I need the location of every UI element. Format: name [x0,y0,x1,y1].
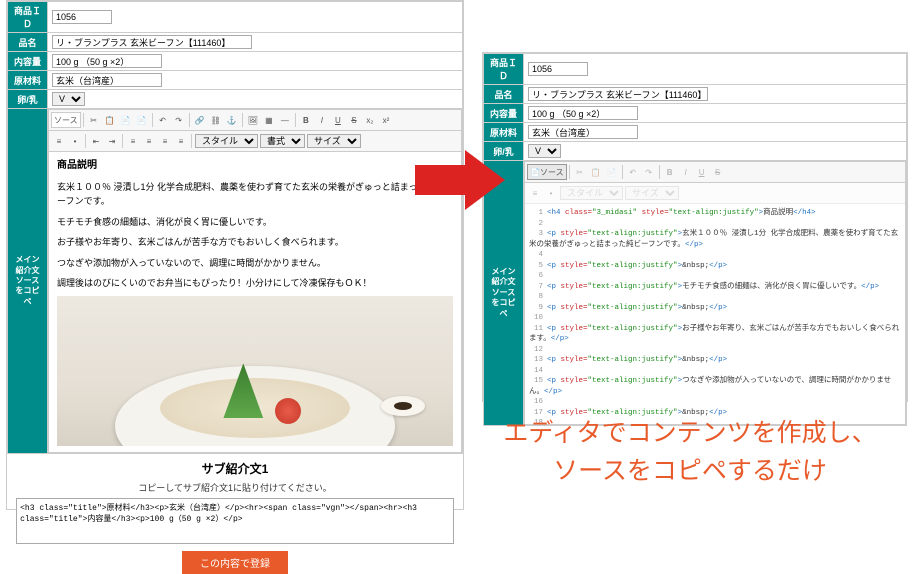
link-icon[interactable]: 🔗 [192,112,208,128]
align-center-icon[interactable]: ≡ [141,133,157,149]
product-form: 商品ＩＤ 品名 内容量 原材料 卵/乳 V メイン紹介文 ソースをコピペ ソース… [7,1,463,454]
caption: エディタでコンテンツを作成し、 ソースをコピペするだけ [470,415,910,490]
product-photo [57,296,453,446]
anchor-icon[interactable]: ⚓ [224,112,240,128]
sub-textarea[interactable]: <h3 class="title">原材料</h3><p>玄米（台湾産）</p>… [16,498,454,544]
copy-icon[interactable]: 📋 [102,112,118,128]
r-input-content[interactable] [528,106,638,120]
content-p5: 調理後はのびにくいのでお弁当にもぴったり！小分けにして冷凍保存もＯＫ！ [57,276,453,290]
r-copy-icon[interactable]: 📋 [588,164,604,180]
r-strike-icon: S [710,164,726,180]
sub-note: コピーしてサブ紹介文1に貼り付けてください。 [7,481,463,494]
select-style[interactable]: スタイル [195,134,258,148]
r-undo-icon[interactable]: ↶ [625,164,641,180]
sidebar-main-intro: メイン紹介文 ソースをコピペ [8,109,48,454]
content-heading: 商品説明 [57,158,453,174]
bold-icon[interactable]: B [298,112,314,128]
label-product-name: 品名 [8,33,48,52]
r-label-material: 原材料 [484,123,524,142]
content-p4: つなぎや添加物が入っていないので、調理に時間がかかりません。 [57,256,453,270]
select-size[interactable]: サイズ [307,134,361,148]
content-p2: モチモチ食感の細麺は、消化が良く胃に優しいです。 [57,215,453,229]
label-content: 内容量 [8,52,48,71]
paste-icon[interactable]: 📄 [118,112,134,128]
select-egg-milk[interactable]: V [52,92,85,106]
editor-panel-right: 商品ＩＤ 品名 内容量 原材料 卵/乳 V メイン紹介文 ソースをコピペ 📄 ソ… [482,52,908,402]
r-toolbar-2: ≡ • スタイル サイズ [525,183,905,204]
r-italic-icon: I [678,164,694,180]
paste-text-icon[interactable]: 📄 [134,112,150,128]
select-format[interactable]: 書式 [260,134,305,148]
input-content[interactable] [52,54,162,68]
r-label-content: 内容量 [484,104,524,123]
numlist-icon[interactable]: ≡ [51,133,67,149]
r-select-style: スタイル [560,186,623,200]
r-cut-icon[interactable]: ✂ [572,164,588,180]
redo-icon[interactable]: ↷ [171,112,187,128]
r-bold-icon: B [662,164,678,180]
bullist-icon[interactable]: • [67,133,83,149]
r-label-name: 品名 [484,85,524,104]
label-material: 原材料 [8,71,48,90]
r-underline-icon: U [694,164,710,180]
editor-panel-left: 商品ＩＤ 品名 内容量 原材料 卵/乳 V メイン紹介文 ソースをコピペ ソース… [6,0,464,510]
source-code-area[interactable]: 1<h4 class="3_midasi" style="text-align:… [525,204,905,424]
editor-toolbar-2: ≡ • ⇤ ⇥ ≡ ≡ ≡ ≡ スタイル 書式 サイズ [49,131,461,152]
strike-icon[interactable]: S [346,112,362,128]
sub-title: サブ紹介文1 [7,460,463,477]
align-justify-icon[interactable]: ≡ [173,133,189,149]
r-label-id: 商品ＩＤ [484,54,524,85]
r-toolbar: 📄 ソース ✂ 📋 📄 ↶ ↷ B I U S [525,162,905,183]
editor-content[interactable]: 商品説明 玄米１００％ 浸漬し1分 化学合成肥料、農薬を使わず育てた玄米の栄養が… [49,152,461,452]
r-input-material[interactable] [528,125,638,139]
superscript-icon[interactable]: x² [378,112,394,128]
r-input-id[interactable] [528,62,588,76]
r-select-eggmilk[interactable]: V [528,144,561,158]
caption-line-1: エディタでコンテンツを作成し、 [470,415,910,453]
align-left-icon[interactable]: ≡ [125,133,141,149]
undo-icon[interactable]: ↶ [155,112,171,128]
caption-line-2: ソースをコピペするだけ [470,453,910,491]
label-egg-milk: 卵/乳 [8,90,48,109]
cut-icon[interactable]: ✂ [86,112,102,128]
outdent-icon[interactable]: ⇤ [88,133,104,149]
content-p3: お子様やお年寄り、玄米ごはんが苦手な方でもおいしく食べられます。 [57,235,453,249]
underline-icon[interactable]: U [330,112,346,128]
sub-intro-section: サブ紹介文1 コピーしてサブ紹介文1に貼り付けてください。 <h3 class=… [7,460,463,574]
label-product-id: 商品ＩＤ [8,2,48,33]
r-list2-icon: • [543,185,559,201]
input-product-id[interactable] [52,10,112,24]
btn-source[interactable]: ソース [51,112,81,128]
italic-icon[interactable]: I [314,112,330,128]
wysiwyg-editor: ソース ✂ 📋 📄 📄 ↶ ↷ 🔗 ⛓ ⚓ 🖼 [48,109,462,453]
r-input-name[interactable] [528,87,708,101]
content-p1: 玄米１００％ 浸漬し1分 化学合成肥料、農薬を使わず育てた玄米の栄養がぎゅっと詰… [57,180,453,209]
hr-icon[interactable]: — [277,112,293,128]
editor-toolbar: ソース ✂ 📋 📄 📄 ↶ ↷ 🔗 ⛓ ⚓ 🖼 [49,110,461,131]
table-icon[interactable]: ▦ [261,112,277,128]
align-right-icon[interactable]: ≡ [157,133,173,149]
arrow-icon [415,150,505,210]
input-material[interactable] [52,73,162,87]
input-product-name[interactable] [52,35,252,49]
unlink-icon[interactable]: ⛓ [208,112,224,128]
r-list-icon: ≡ [527,185,543,201]
submit-button[interactable]: この内容で登録 [182,551,288,574]
r-paste-icon[interactable]: 📄 [604,164,620,180]
subscript-icon[interactable]: x₂ [362,112,378,128]
r-btn-source[interactable]: 📄 ソース [527,164,567,180]
image-icon[interactable]: 🖼 [245,112,261,128]
indent-icon[interactable]: ⇥ [104,133,120,149]
r-select-size: サイズ [625,186,679,200]
r-redo-icon[interactable]: ↷ [641,164,657,180]
